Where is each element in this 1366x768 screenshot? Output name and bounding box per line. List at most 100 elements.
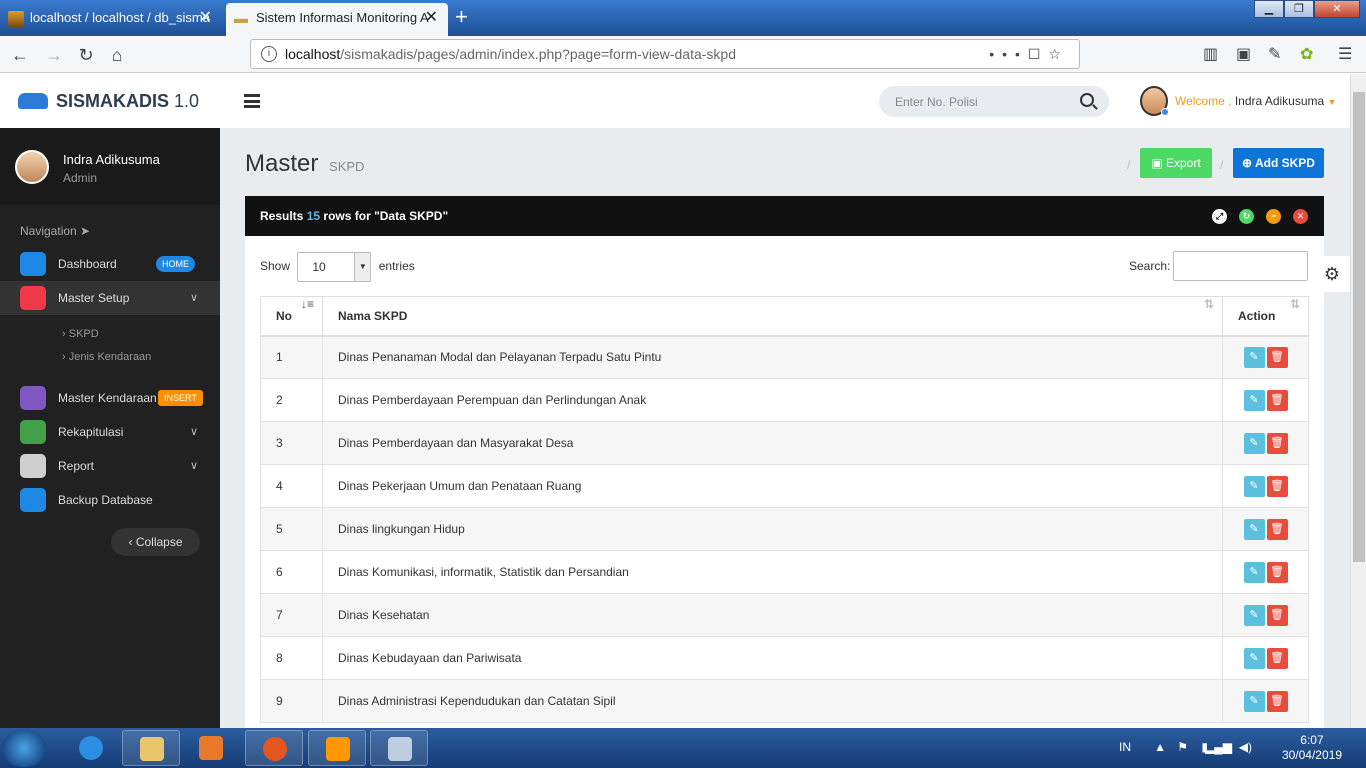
sidebar-item-master-kendaraan[interactable]: Master Kendaraan INSERT [0,381,220,415]
hamburger-menu-icon[interactable] [244,94,260,108]
sidebar-subitem-skpd[interactable]: › SKPD [62,328,99,340]
reload-icon[interactable]: ↻ [72,42,100,68]
export-button[interactable]: ▣ Export [1140,148,1212,178]
delete-button[interactable]: 🗑 [1266,518,1288,540]
table-search-input[interactable] [1173,251,1308,281]
close-window-button[interactable]: ✕ [1314,0,1360,18]
delete-button[interactable]: 🗑 [1266,475,1288,497]
row-nama-skpd: Dinas Kesehatan [322,593,1223,637]
edit-button[interactable]: ✎ [1243,389,1265,411]
language-indicator[interactable]: IN [1119,740,1131,754]
forward-icon[interactable]: → [40,42,68,68]
page-scrollbar[interactable] [1350,74,1366,728]
edit-button[interactable]: ✎ [1243,518,1265,540]
sidebar-subitem-jenis-kendaraan[interactable]: › Jenis Kendaraan [62,351,151,363]
sidebar-item-report[interactable]: Report ∨ [0,449,220,483]
reload-icon[interactable]: ↻ [1239,209,1254,224]
delete-button[interactable]: 🗑 [1266,690,1288,712]
settings-gear-icon[interactable]: ⚙ [1313,256,1351,292]
media-player-icon [199,736,223,760]
home-icon[interactable]: ⌂ [103,42,131,68]
close-icon[interactable]: ✕ [1293,209,1308,224]
collapse-button[interactable]: ‹ Collapse [111,528,200,556]
menu-icon[interactable]: ☰ [1338,36,1352,73]
trash-icon: 🗑 [1270,694,1284,707]
row-actions: ✎ 🗑 [1222,335,1309,379]
cube-icon [20,386,46,410]
flag-icon[interactable]: ⚑ [1177,740,1188,754]
page-subtitle: SKPD [329,159,365,174]
home-badge: HOME [156,256,195,272]
edit-button[interactable]: ✎ [1243,561,1265,583]
row-no: 9 [260,679,323,723]
taskbar-sublime[interactable] [308,730,366,766]
windows-taskbar: IN ▲ ⚑ ▮ ▂▄▆ ◀) 6:07 30/04/2019 [0,728,1366,768]
taskbar-firefox[interactable] [245,730,303,766]
brand-logo[interactable]: SISMAKADIS 1.0 [18,74,199,129]
edit-button[interactable]: ✎ [1243,604,1265,626]
edit-button[interactable]: ✎ [1243,647,1265,669]
main-content: Master SKPD / ▣ Export / ⊕ Add SKPD Resu… [220,128,1351,736]
add-skpd-button[interactable]: ⊕ Add SKPD [1233,148,1324,178]
delete-button[interactable]: 🗑 [1266,647,1288,669]
column-header-no[interactable]: No ↓≡ [260,296,323,337]
search-icon[interactable] [1080,93,1094,107]
firefox-icon [263,737,287,761]
edit-button[interactable]: ✎ [1243,432,1265,454]
pencil-icon: ✎ [1249,608,1259,621]
sidebar-toggle-icon[interactable]: ▣ [1236,36,1251,73]
back-icon[interactable]: ← [6,42,34,68]
sidebar-item-rekapitulasi[interactable]: Rekapitulasi ∨ [0,415,220,449]
sidebar-item-backup-database[interactable]: Backup Database [0,483,220,517]
browser-nav-bar: ← → ↻ ⌂ i localhost/sismakadis/pages/adm… [0,36,1366,73]
sidebar-item-master-setup[interactable]: Master Setup ∨ [0,281,220,315]
extension-icon[interactable]: ✿ [1300,36,1313,73]
edit-button[interactable]: ✎ [1243,346,1265,368]
show-entries: Show 10 ▼ entries [260,251,415,282]
taskbar-explorer[interactable] [122,730,180,766]
scrollbar-thumb[interactable] [1353,92,1365,562]
show-hidden-icons-icon[interactable]: ▲ [1154,740,1166,754]
table-row: 5 Dinas lingkungan Hidup ✎ 🗑 [260,507,1309,551]
taskbar-paint[interactable] [370,730,428,766]
start-button[interactable] [2,729,46,767]
column-header-action[interactable]: Action ⇅ [1222,296,1309,337]
close-tab-icon[interactable]: ✕ [199,3,212,33]
browser-tab-sismakadis[interactable]: ▬ Sistem Informasi Monitoring A ✕ [226,3,448,36]
delete-button[interactable]: 🗑 [1266,561,1288,583]
delete-button[interactable]: 🗑 [1266,604,1288,626]
minimize-icon[interactable]: − [1266,209,1281,224]
window-controls: ▁ ❐ ✕ [1254,0,1360,20]
row-nama-skpd: Dinas Pekerjaan Umum dan Penataan Ruang [322,464,1223,508]
eyedropper-icon[interactable]: ✎ [1268,36,1281,73]
delete-button[interactable]: 🗑 [1266,389,1288,411]
sidebar-user-name: Indra Adikusuma [63,152,160,167]
taskbar-ie[interactable] [62,730,120,766]
url-actions[interactable]: •••☐☆ [989,40,1069,68]
folder-icon [140,737,164,761]
column-header-nama-skpd[interactable]: Nama SKPD ⇅ [322,296,1223,337]
expand-icon[interactable]: ⤢ [1212,209,1227,224]
avatar[interactable] [1140,86,1169,116]
url-bar[interactable]: i localhost/sismakadis/pages/admin/index… [250,39,1080,69]
edit-button[interactable]: ✎ [1243,475,1265,497]
browser-tab-phpmyadmin[interactable]: localhost / localhost / db_sisma ✕ [0,3,222,36]
taskbar-media-player[interactable] [182,730,240,766]
delete-button[interactable]: 🗑 [1266,432,1288,454]
network-icon[interactable]: ▂▄▆ [1205,740,1232,754]
table-row: 2 Dinas Pemberdayaan Perempuan dan Perlin… [260,378,1309,422]
site-info-icon[interactable]: i [261,46,277,62]
volume-icon[interactable]: ◀) [1239,740,1252,754]
entries-select[interactable]: 10 ▼ [297,251,372,282]
police-number-search-input[interactable] [879,86,1109,117]
new-tab-button[interactable]: + [455,4,468,30]
delete-button[interactable]: 🗑 [1266,346,1288,368]
minimize-button[interactable]: ▁ [1254,0,1284,18]
clock[interactable]: 6:07 30/04/2019 [1282,733,1342,763]
edit-button[interactable]: ✎ [1243,690,1265,712]
user-menu[interactable]: Welcome , Indra Adikusuma ▼ [1175,74,1336,130]
close-tab-icon[interactable]: ✕ [425,3,438,33]
library-icon[interactable]: ▥ [1203,36,1218,73]
maximize-button[interactable]: ❐ [1284,0,1314,18]
sidebar-item-dashboard[interactable]: Dashboard HOME [0,247,220,281]
